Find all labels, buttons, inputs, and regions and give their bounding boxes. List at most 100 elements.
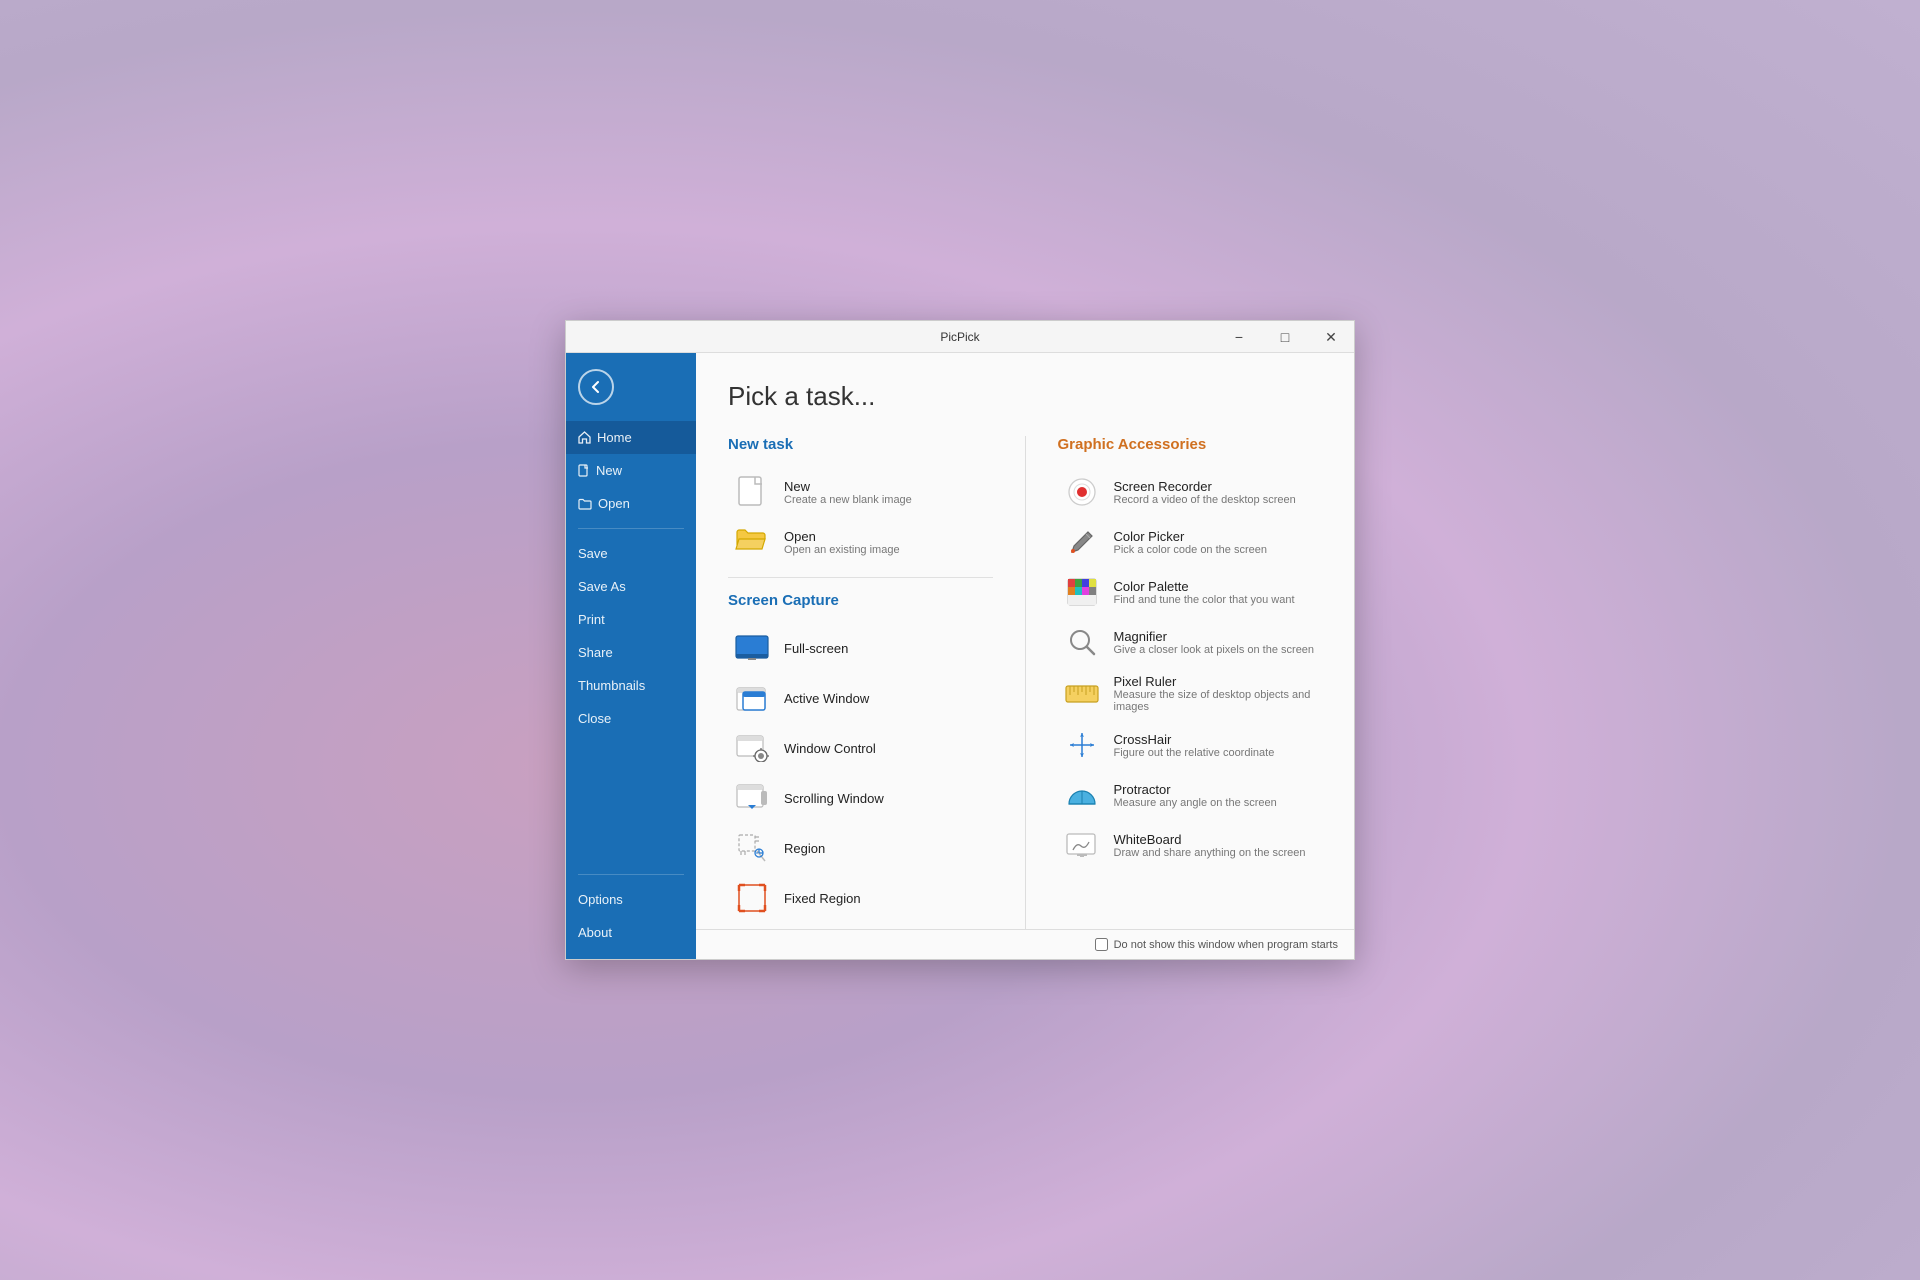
- sidebar-item-save[interactable]: Save: [566, 537, 696, 570]
- task-color-palette-text: Color Palette Find and tune the color th…: [1114, 579, 1295, 606]
- task-magnifier-name: Magnifier: [1114, 629, 1315, 644]
- task-region-text: Region: [784, 841, 825, 856]
- task-color-picker-name: Color Picker: [1114, 529, 1267, 544]
- section-divider-1: [728, 577, 993, 578]
- task-crosshair-text: CrossHair Figure out the relative coordi…: [1114, 732, 1275, 759]
- task-region-name: Region: [784, 841, 825, 856]
- task-pixel-ruler[interactable]: Pixel Ruler Measure the size of desktop …: [1058, 667, 1323, 720]
- task-screen-recorder[interactable]: Screen Recorder Record a video of the de…: [1058, 467, 1323, 517]
- window-controls: − □ ✕: [1216, 321, 1354, 353]
- task-color-picker-text: Color Picker Pick a color code on the sc…: [1114, 529, 1267, 556]
- sidebar-saveas-label: Save As: [578, 579, 626, 594]
- task-new[interactable]: New Create a new blank image: [728, 467, 993, 517]
- window-title: PicPick: [940, 330, 979, 344]
- color-picker-icon: [1064, 524, 1100, 560]
- task-crosshair-name: CrossHair: [1114, 732, 1275, 747]
- task-pixel-ruler-desc: Measure the size of desktop objects and …: [1114, 689, 1317, 713]
- sidebar-item-share[interactable]: Share: [566, 636, 696, 669]
- task-open-name: Open: [784, 529, 900, 544]
- task-magnifier[interactable]: Magnifier Give a closer look at pixels o…: [1058, 617, 1323, 667]
- close-button[interactable]: ✕: [1308, 321, 1354, 353]
- sidebar-thumbnails-label: Thumbnails: [578, 678, 645, 693]
- task-protractor-name: Protractor: [1114, 782, 1277, 797]
- sidebar-item-new[interactable]: New: [566, 454, 696, 487]
- task-fixed-region[interactable]: Fixed Region: [728, 873, 993, 923]
- task-screen-recorder-desc: Record a video of the desktop screen: [1114, 494, 1296, 506]
- fixed-region-icon: [734, 880, 770, 916]
- page-title: Pick a task...: [728, 381, 1322, 412]
- sidebar-divider-2: [578, 874, 684, 875]
- task-pixel-ruler-name: Pixel Ruler: [1114, 674, 1317, 689]
- sidebar-item-options[interactable]: Options: [566, 883, 696, 916]
- open-file-icon: [734, 524, 770, 560]
- crosshair-icon: [1064, 727, 1100, 763]
- task-screen-recorder-text: Screen Recorder Record a video of the de…: [1114, 479, 1296, 506]
- two-column-layout: New task New Create a ne: [728, 436, 1322, 929]
- minimize-button[interactable]: −: [1216, 321, 1262, 353]
- task-crosshair-desc: Figure out the relative coordinate: [1114, 747, 1275, 759]
- footer-checkbox-label[interactable]: Do not show this window when program sta…: [1095, 938, 1338, 951]
- task-whiteboard-name: WhiteBoard: [1114, 832, 1306, 847]
- screen-capture-section-title: Screen Capture: [728, 592, 993, 609]
- sidebar-item-close[interactable]: Close: [566, 702, 696, 735]
- sidebar-item-about[interactable]: About: [566, 916, 696, 949]
- task-whiteboard-text: WhiteBoard Draw and share anything on th…: [1114, 832, 1306, 859]
- task-color-palette-name: Color Palette: [1114, 579, 1295, 594]
- task-active-window-text: Active Window: [784, 691, 869, 706]
- sidebar-item-thumbnails[interactable]: Thumbnails: [566, 669, 696, 702]
- sidebar-close-label: Close: [578, 711, 611, 726]
- task-region[interactable]: Region: [728, 823, 993, 873]
- new-file-icon: [734, 474, 770, 510]
- sidebar-item-print[interactable]: Print: [566, 603, 696, 636]
- sidebar-item-home[interactable]: Home: [566, 421, 696, 454]
- home-icon: [578, 431, 591, 444]
- task-color-picker[interactable]: Color Picker Pick a color code on the sc…: [1058, 517, 1323, 567]
- task-whiteboard[interactable]: WhiteBoard Draw and share anything on th…: [1058, 820, 1323, 870]
- task-scrolling-window-text: Scrolling Window: [784, 791, 884, 806]
- graphic-accessories-title: Graphic Accessories: [1058, 436, 1323, 453]
- task-scrolling-window-name: Scrolling Window: [784, 791, 884, 806]
- task-window-control[interactable]: Window Control: [728, 723, 993, 773]
- window-control-icon: [734, 730, 770, 766]
- task-color-palette[interactable]: Color Palette Find and tune the color th…: [1058, 567, 1323, 617]
- task-pixel-ruler-text: Pixel Ruler Measure the size of desktop …: [1114, 674, 1317, 713]
- sidebar-home-label: Home: [597, 430, 632, 445]
- new-doc-icon: [578, 464, 590, 477]
- sidebar-item-open[interactable]: Open: [566, 487, 696, 520]
- task-open-desc: Open an existing image: [784, 544, 900, 556]
- task-fullscreen[interactable]: Full-screen: [728, 623, 993, 673]
- back-button[interactable]: [578, 369, 614, 405]
- pixel-ruler-icon: [1064, 676, 1100, 712]
- protractor-icon: [1064, 777, 1100, 813]
- active-window-icon: [734, 680, 770, 716]
- task-screen-recorder-name: Screen Recorder: [1114, 479, 1296, 494]
- task-whiteboard-desc: Draw and share anything on the screen: [1114, 847, 1306, 859]
- task-color-palette-desc: Find and tune the color that you want: [1114, 594, 1295, 606]
- scrolling-window-icon: [734, 780, 770, 816]
- color-palette-icon: [1064, 574, 1100, 610]
- task-open[interactable]: Open Open an existing image: [728, 517, 993, 567]
- sidebar-divider-1: [578, 528, 684, 529]
- task-window-control-text: Window Control: [784, 741, 876, 756]
- left-column: New task New Create a ne: [728, 436, 1026, 929]
- magnifier-icon: [1064, 624, 1100, 660]
- task-open-text: Open Open an existing image: [784, 529, 900, 556]
- task-protractor[interactable]: Protractor Measure any angle on the scre…: [1058, 770, 1323, 820]
- dont-show-checkbox[interactable]: [1095, 938, 1108, 951]
- task-magnifier-desc: Give a closer look at pixels on the scre…: [1114, 644, 1315, 656]
- app-window: PicPick − □ ✕ Home: [565, 320, 1355, 960]
- footer-checkbox-text: Do not show this window when program sta…: [1114, 939, 1338, 951]
- task-active-window[interactable]: Active Window: [728, 673, 993, 723]
- task-new-desc: Create a new blank image: [784, 494, 912, 506]
- task-protractor-text: Protractor Measure any angle on the scre…: [1114, 782, 1277, 809]
- task-scrolling-window[interactable]: Scrolling Window: [728, 773, 993, 823]
- sidebar-item-save-as[interactable]: Save As: [566, 570, 696, 603]
- screen-recorder-icon: [1064, 474, 1100, 510]
- task-crosshair[interactable]: CrossHair Figure out the relative coordi…: [1058, 720, 1323, 770]
- sidebar-options-label: Options: [578, 892, 623, 907]
- maximize-button[interactable]: □: [1262, 321, 1308, 353]
- whiteboard-icon: [1064, 827, 1100, 863]
- main-layout: Home New Open: [566, 353, 1354, 959]
- right-column: Graphic Accessories S: [1026, 436, 1323, 929]
- sidebar-save-label: Save: [578, 546, 608, 561]
